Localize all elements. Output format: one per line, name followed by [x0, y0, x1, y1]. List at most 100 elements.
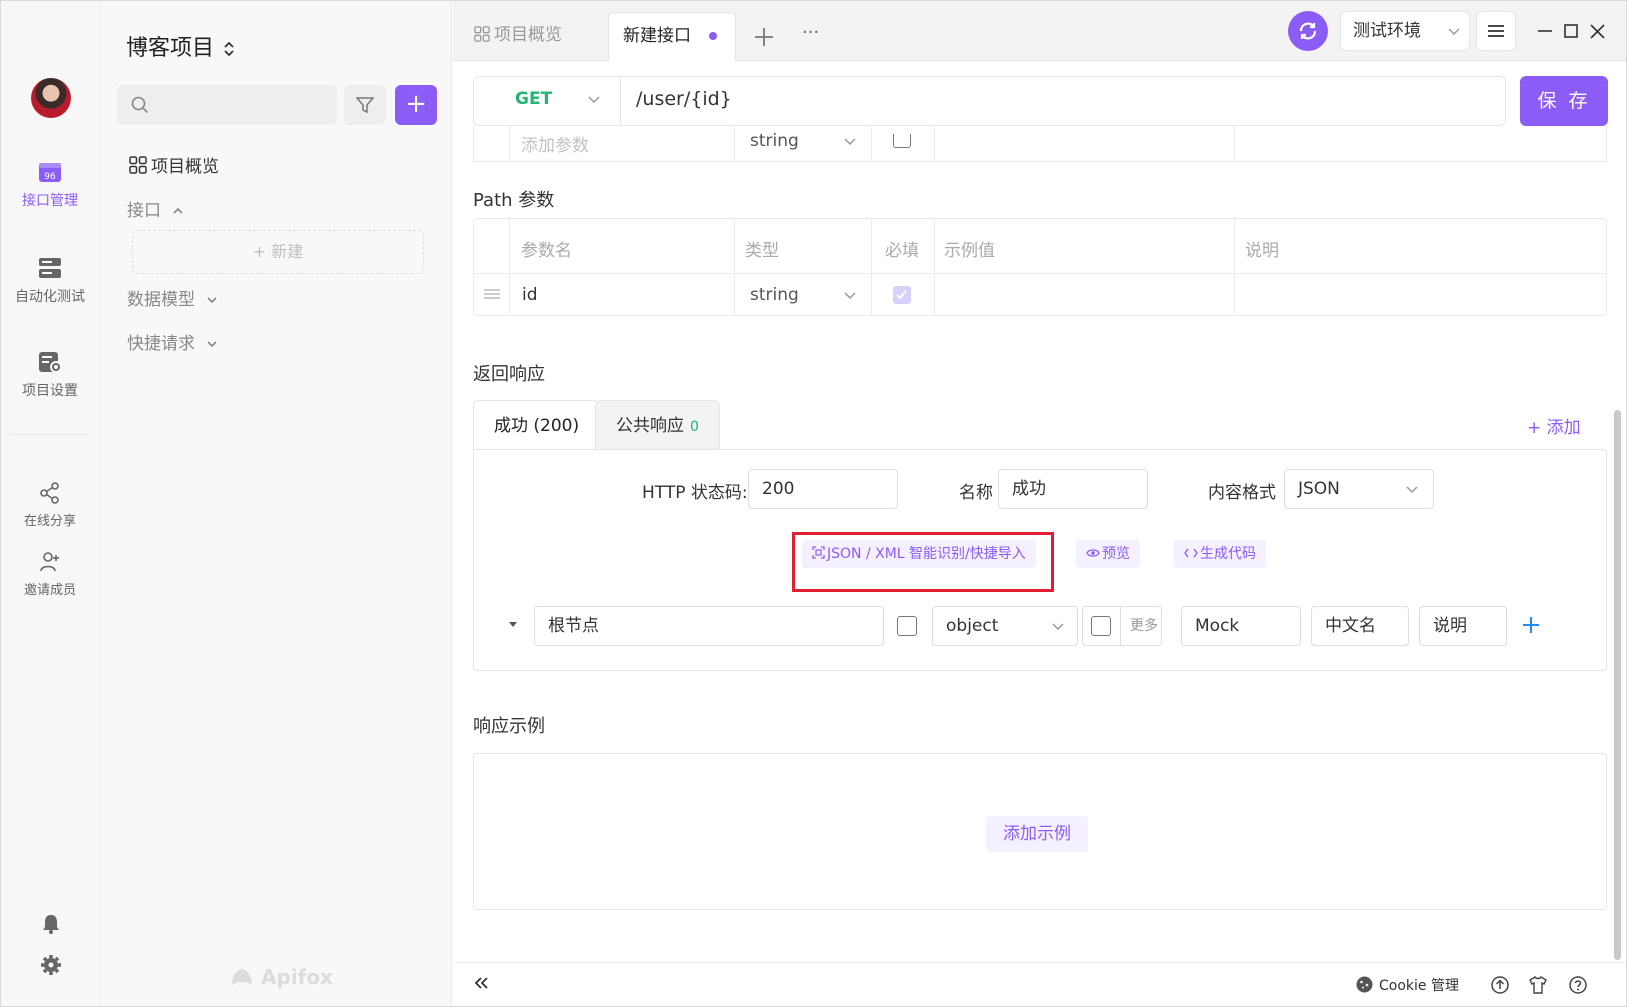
code-icon: [1184, 548, 1198, 558]
request-bar: [473, 76, 1506, 126]
tree-item-quick-requests[interactable]: 快捷请求: [127, 329, 218, 354]
add-field-icon[interactable]: [1521, 615, 1541, 635]
search-icon: [131, 96, 149, 114]
share-icon: [40, 482, 59, 504]
highlight-annotation: [792, 532, 1054, 592]
unsaved-dot: [709, 32, 717, 40]
divider: [509, 218, 510, 316]
description-input[interactable]: 说明: [1419, 606, 1507, 646]
search-input[interactable]: [117, 85, 337, 125]
chevron-down-icon: [207, 341, 217, 348]
add-example-button[interactable]: 添加示例: [986, 816, 1088, 852]
divider: [1234, 126, 1235, 162]
divider: [1120, 607, 1121, 645]
collapse-sidebar-icon[interactable]: [473, 976, 489, 990]
response-title: 返回响应: [473, 364, 545, 385]
tree-item-data-models[interactable]: 数据模型: [127, 285, 218, 310]
required-checkbox[interactable]: [893, 134, 911, 148]
minimize-icon[interactable]: [1537, 24, 1553, 38]
path-params-title: Path 参数: [473, 190, 555, 211]
column-header-required: 必填: [885, 241, 919, 261]
param-name-value[interactable]: id: [522, 285, 538, 305]
maximize-icon[interactable]: [1564, 24, 1578, 38]
hamburger-icon: [1488, 25, 1504, 37]
required-checkbox-checked[interactable]: [893, 286, 911, 304]
brand-logo: Apifox: [230, 965, 333, 989]
tab-response-success[interactable]: 成功 (200): [473, 400, 601, 450]
add-button[interactable]: +: [395, 85, 437, 125]
response-example-title: 响应示例: [473, 716, 545, 737]
project-title[interactable]: 博客项目: [126, 30, 235, 62]
rail-item-project-settings[interactable]: 项目设置: [0, 350, 100, 400]
chevron-down-icon: [588, 96, 600, 104]
tree-item-interfaces[interactable]: 接口: [127, 196, 184, 221]
filter-button[interactable]: [344, 85, 386, 125]
divider: [871, 218, 872, 316]
root-node-input[interactable]: 根节点: [534, 606, 884, 646]
preview-button[interactable]: 预览: [1076, 540, 1140, 568]
method-select[interactable]: GET: [515, 89, 552, 109]
more-button[interactable]: 更多: [1130, 607, 1158, 645]
content-format-select[interactable]: JSON: [1284, 469, 1434, 509]
chevron-down-icon: [844, 292, 856, 300]
close-icon[interactable]: [1590, 24, 1605, 39]
shirt-icon[interactable]: [1529, 976, 1547, 994]
new-tab-icon[interactable]: [754, 27, 774, 47]
rail-item-invite[interactable]: 邀请成员: [0, 551, 100, 598]
chevron-down-icon: [1448, 28, 1460, 36]
generate-code-button[interactable]: 生成代码: [1174, 540, 1266, 568]
column-header-description: 说明: [1245, 241, 1279, 261]
rail-item-automation-test[interactable]: 自动化测试: [0, 256, 100, 306]
collapse-caret-icon[interactable]: [508, 621, 518, 629]
sync-button[interactable]: [1288, 11, 1328, 51]
chinese-name-input[interactable]: 中文名: [1311, 606, 1409, 646]
eye-icon: [1086, 549, 1100, 557]
content-format-label: 内容格式: [1208, 483, 1276, 503]
param-name-input[interactable]: 添加参数: [521, 131, 589, 156]
new-interface-button[interactable]: + 新建: [132, 230, 424, 274]
help-icon[interactable]: [1569, 976, 1587, 994]
scrollbar[interactable]: [1614, 410, 1621, 960]
environment-select[interactable]: 测试环境: [1340, 11, 1470, 51]
avatar[interactable]: [31, 78, 71, 118]
svg-text:96: 96: [44, 172, 56, 182]
more-options: 更多: [1082, 606, 1162, 646]
cookie-manager-button[interactable]: Cookie 管理: [1356, 975, 1459, 995]
tab-new-interface[interactable]: 新建接口: [608, 12, 736, 61]
add-response-button[interactable]: + 添加: [1527, 413, 1581, 438]
mock-input[interactable]: Mock: [1181, 606, 1301, 646]
param-type-select[interactable]: string: [750, 285, 799, 305]
divider: [509, 126, 510, 162]
rail-item-api-management[interactable]: 96 接口管理: [0, 160, 100, 210]
tab-response-common[interactable]: 公共响应 0: [595, 400, 720, 450]
drag-handle-icon[interactable]: [483, 288, 501, 300]
project-settings-icon: [39, 352, 62, 373]
column-header-name: 参数名: [521, 241, 572, 261]
tab-project-overview[interactable]: 项目概览: [460, 12, 576, 61]
root-type-select[interactable]: object: [932, 606, 1078, 646]
more-tabs-icon[interactable]: ···: [802, 22, 819, 43]
rail-item-share[interactable]: 在线分享: [0, 482, 100, 529]
filter-icon: [356, 97, 374, 114]
invite-member-icon: [40, 552, 59, 572]
count-badge: 0: [690, 419, 699, 435]
response-name-input[interactable]: 成功: [998, 469, 1148, 509]
menu-button[interactable]: [1476, 11, 1516, 51]
column-header-type: 类型: [745, 241, 779, 261]
param-type-select[interactable]: string: [750, 131, 799, 151]
name-label: 名称: [959, 483, 993, 503]
tree-item-overview[interactable]: 项目概览: [129, 152, 219, 177]
save-button[interactable]: 保 存: [1520, 76, 1608, 126]
cookie-icon: [1356, 976, 1373, 993]
upload-icon[interactable]: [1491, 976, 1509, 994]
divider: [934, 218, 935, 316]
gear-icon[interactable]: [40, 954, 62, 976]
automation-test-icon: [39, 258, 61, 278]
url-input[interactable]: /user/{id}: [636, 88, 732, 110]
sync-icon: [1299, 22, 1317, 40]
bell-icon[interactable]: [40, 913, 62, 935]
http-code-input[interactable]: 200: [748, 469, 898, 509]
check-icon: [896, 290, 907, 300]
root-required-checkbox[interactable]: [897, 616, 917, 636]
nullable-checkbox[interactable]: [1091, 616, 1111, 636]
